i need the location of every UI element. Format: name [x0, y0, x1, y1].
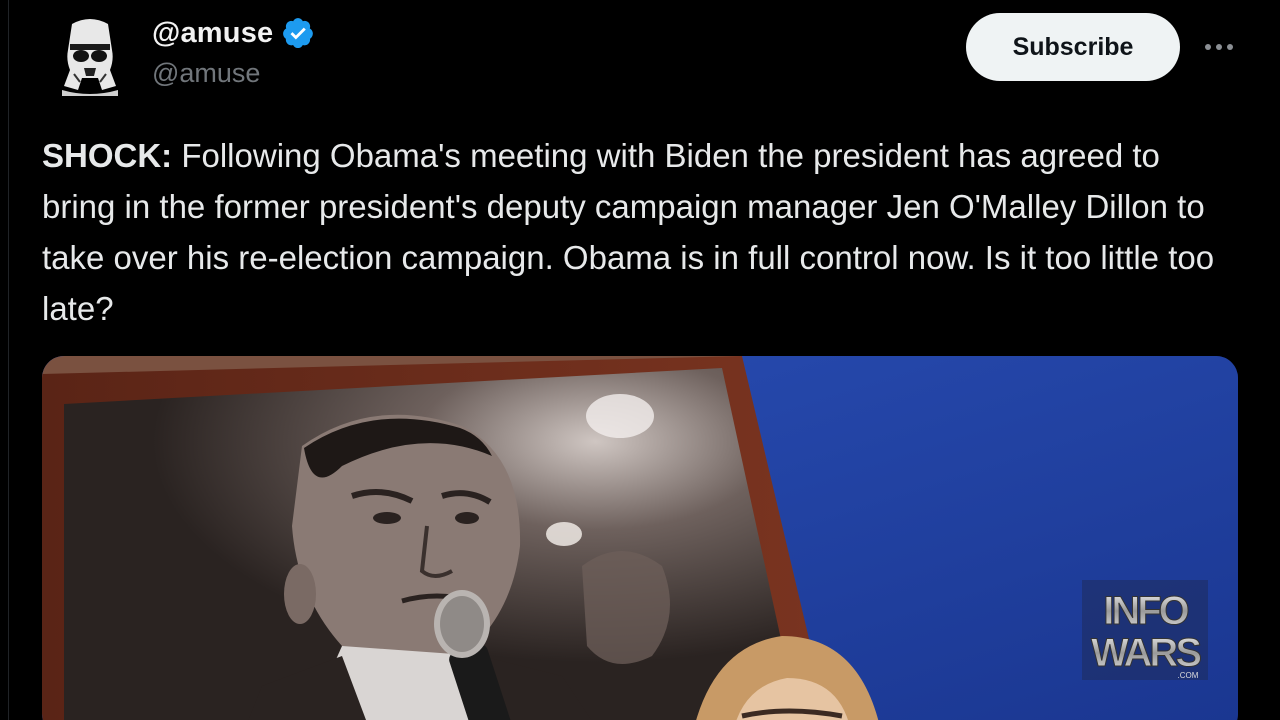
account-handle[interactable]: @amuse [152, 58, 315, 89]
tweet-text-body: Following Obama's meeting with Biden the… [42, 137, 1215, 327]
display-name[interactable]: @amuse [152, 16, 315, 50]
verified-badge-icon [283, 18, 314, 49]
stormtrooper-helmet-icon [54, 16, 126, 96]
watermark-bottom-text: WARS [1091, 631, 1201, 675]
infowars-watermark-logo: INFO WARS .COM [1082, 580, 1208, 680]
watermark-top-text: INFO [1103, 589, 1188, 633]
tweet-media-image[interactable] [42, 356, 1238, 720]
photo-framed-portrait-and-woman [42, 356, 1238, 720]
more-horizontal-icon[interactable] [1202, 30, 1236, 64]
display-name-text: @amuse [152, 16, 274, 49]
subscribe-button[interactable]: Subscribe [966, 13, 1180, 81]
tweet-card: @amuse @amuse Subscribe SHOCK: Following… [0, 0, 1280, 720]
tweet-text: SHOCK: Following Obama's meeting with Bi… [42, 130, 1237, 334]
tweet-text-lead: SHOCK: [42, 137, 173, 174]
account-names: @amuse @amuse [152, 16, 315, 89]
tweet-header: @amuse @amuse Subscribe [54, 10, 1240, 100]
watermark-suffix-text: .COM [1178, 671, 1199, 680]
avatar[interactable] [54, 16, 126, 96]
